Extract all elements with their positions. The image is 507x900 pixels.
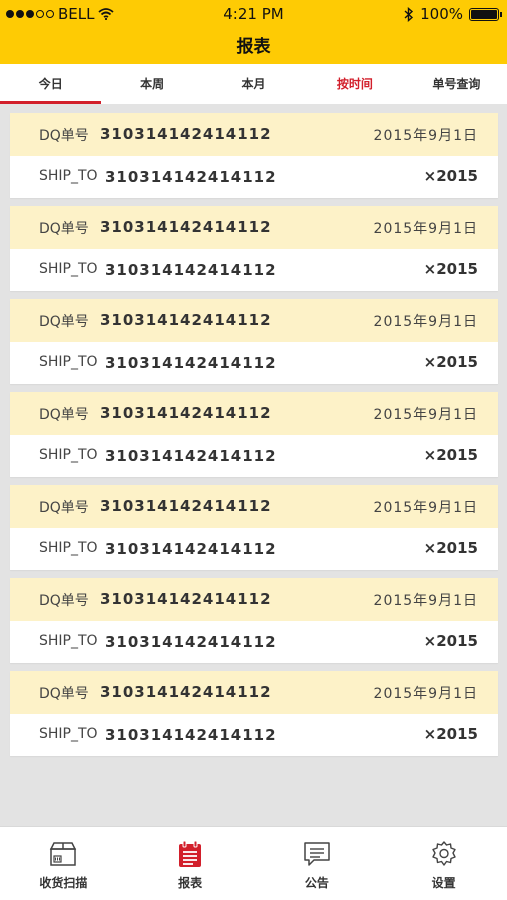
dq-number: 310314142414112 [100,125,272,143]
dq-row: DQ单号 310314142414112 2015年9月1日 [10,485,498,528]
ship-row: SHIP_TO 310314142414112 ×2015 [10,621,498,663]
tab-this-week[interactable]: 本周 [101,64,202,104]
ship-to-number: 310314142414112 [105,168,277,186]
report-card[interactable]: DQ单号 310314142414112 2015年9月1日 SHIP_TO 3… [10,485,498,570]
ship-to-number: 310314142414112 [105,726,277,744]
dq-row: DQ单号 310314142414112 2015年9月1日 [10,578,498,621]
tab-today[interactable]: 今日 [0,64,102,104]
report-date: 2015年9月1日 [373,500,478,516]
ship-to-label: SHIP_TO [39,540,98,556]
report-card[interactable]: DQ单号 310314142414112 2015年9月1日 SHIP_TO 3… [10,392,498,477]
ship-row: SHIP_TO 310314142414112 ×2015 [10,435,498,477]
ship-to-number: 310314142414112 [105,633,277,651]
ship-row: SHIP_TO 310314142414112 ×2015 [10,249,498,291]
dq-label: DQ单号 [39,593,89,609]
dq-label: DQ单号 [39,314,89,330]
battery-percent: 100% [420,5,463,23]
report-icon [179,840,202,867]
dq-label: DQ单号 [39,221,89,237]
ship-row: SHIP_TO 310314142414112 ×2015 [10,342,498,384]
tabbar-item-report[interactable]: 报表 [127,827,254,900]
dq-number: 310314142414112 [100,218,272,236]
quantity: ×2015 [423,539,478,557]
tab-label: 按时间 [336,77,373,91]
ship-to-number: 310314142414112 [105,261,277,279]
dq-number: 310314142414112 [100,683,272,701]
report-list: DQ单号 310314142414112 2015年9月1日 SHIP_TO 3… [10,113,498,764]
dq-label: DQ单号 [39,128,89,144]
tabbar-item-notice[interactable]: 公告 [254,827,381,900]
ship-to-number: 310314142414112 [105,354,277,372]
tabbar-label: 设置 [431,876,456,890]
ship-to-label: SHIP_TO [39,354,98,370]
report-date: 2015年9月1日 [373,221,478,237]
ship-row: SHIP_TO 310314142414112 ×2015 [10,714,498,756]
ship-to-number: 310314142414112 [105,540,277,558]
quantity: ×2015 [423,446,478,464]
dq-number: 310314142414112 [100,311,272,329]
tabbar-item-settings[interactable]: 设置 [380,827,507,900]
tab-label: 本周 [140,77,165,91]
quantity: ×2015 [423,632,478,650]
segment-tabs: 今日 本周 本月 按时间 单号查询 [0,64,507,104]
ship-to-label: SHIP_TO [39,168,98,184]
ship-row: SHIP_TO 310314142414112 ×2015 [10,156,498,198]
report-date: 2015年9月1日 [373,593,478,609]
report-date: 2015年9月1日 [373,407,478,423]
tab-label: 今日 [38,77,63,91]
tab-label: 单号查询 [432,77,481,91]
tab-this-month[interactable]: 本月 [203,64,304,104]
dq-row: DQ单号 310314142414112 2015年9月1日 [10,113,498,156]
tab-label: 本月 [241,77,266,91]
dq-row: DQ单号 310314142414112 2015年9月1日 [10,392,498,435]
quantity: ×2015 [423,167,478,185]
dq-label: DQ单号 [39,500,89,516]
tab-order-lookup[interactable]: 单号查询 [406,64,507,104]
report-card[interactable]: DQ单号 310314142414112 2015年9月1日 SHIP_TO 3… [10,671,498,756]
bottom-tab-bar: 收货扫描 报表 公告 设置 [0,826,507,900]
navigation-header: BELL 4:21 PM 100% 报表 [0,0,507,64]
report-date: 2015年9月1日 [373,314,478,330]
report-card[interactable]: DQ单号 310314142414112 2015年9月1日 SHIP_TO 3… [10,578,498,663]
dq-row: DQ单号 310314142414112 2015年9月1日 [10,206,498,249]
report-card[interactable]: DQ单号 310314142414112 2015年9月1日 SHIP_TO 3… [10,299,498,384]
battery-icon [469,7,502,21]
tabbar-label: 收货扫描 [39,876,88,890]
dq-row: DQ单号 310314142414112 2015年9月1日 [10,671,498,714]
report-date: 2015年9月1日 [373,128,478,144]
dq-number: 310314142414112 [100,404,272,422]
ship-to-label: SHIP_TO [39,726,98,742]
message-icon [304,842,330,866]
ship-to-label: SHIP_TO [39,633,98,649]
dq-number: 310314142414112 [100,590,272,608]
ship-row: SHIP_TO 310314142414112 ×2015 [10,528,498,570]
bluetooth-icon [404,6,414,22]
status-bar: BELL 4:21 PM 100% [0,0,507,28]
dq-number: 310314142414112 [100,497,272,515]
dq-row: DQ单号 310314142414112 2015年9月1日 [10,299,498,342]
page-title: 报表 [236,37,271,57]
report-date: 2015年9月1日 [373,686,478,702]
gear-icon [431,841,456,866]
dq-label: DQ单号 [39,686,89,702]
ship-to-number: 310314142414112 [105,447,277,465]
quantity: ×2015 [423,353,478,371]
report-card[interactable]: DQ单号 310314142414112 2015年9月1日 SHIP_TO 3… [10,206,498,291]
ship-to-label: SHIP_TO [39,261,98,277]
report-card[interactable]: DQ单号 310314142414112 2015年9月1日 SHIP_TO 3… [10,113,498,198]
quantity: ×2015 [423,725,478,743]
box-scan-icon [50,842,77,866]
ship-to-label: SHIP_TO [39,447,98,463]
tab-by-time[interactable]: 按时间 [304,64,405,104]
dq-label: DQ单号 [39,407,89,423]
selected-tab-indicator [0,101,102,104]
quantity: ×2015 [423,260,478,278]
tabbar-label: 公告 [304,876,329,890]
tabbar-label: 报表 [178,876,203,890]
tabbar-item-receive-scan[interactable]: 收货扫描 [0,827,127,900]
